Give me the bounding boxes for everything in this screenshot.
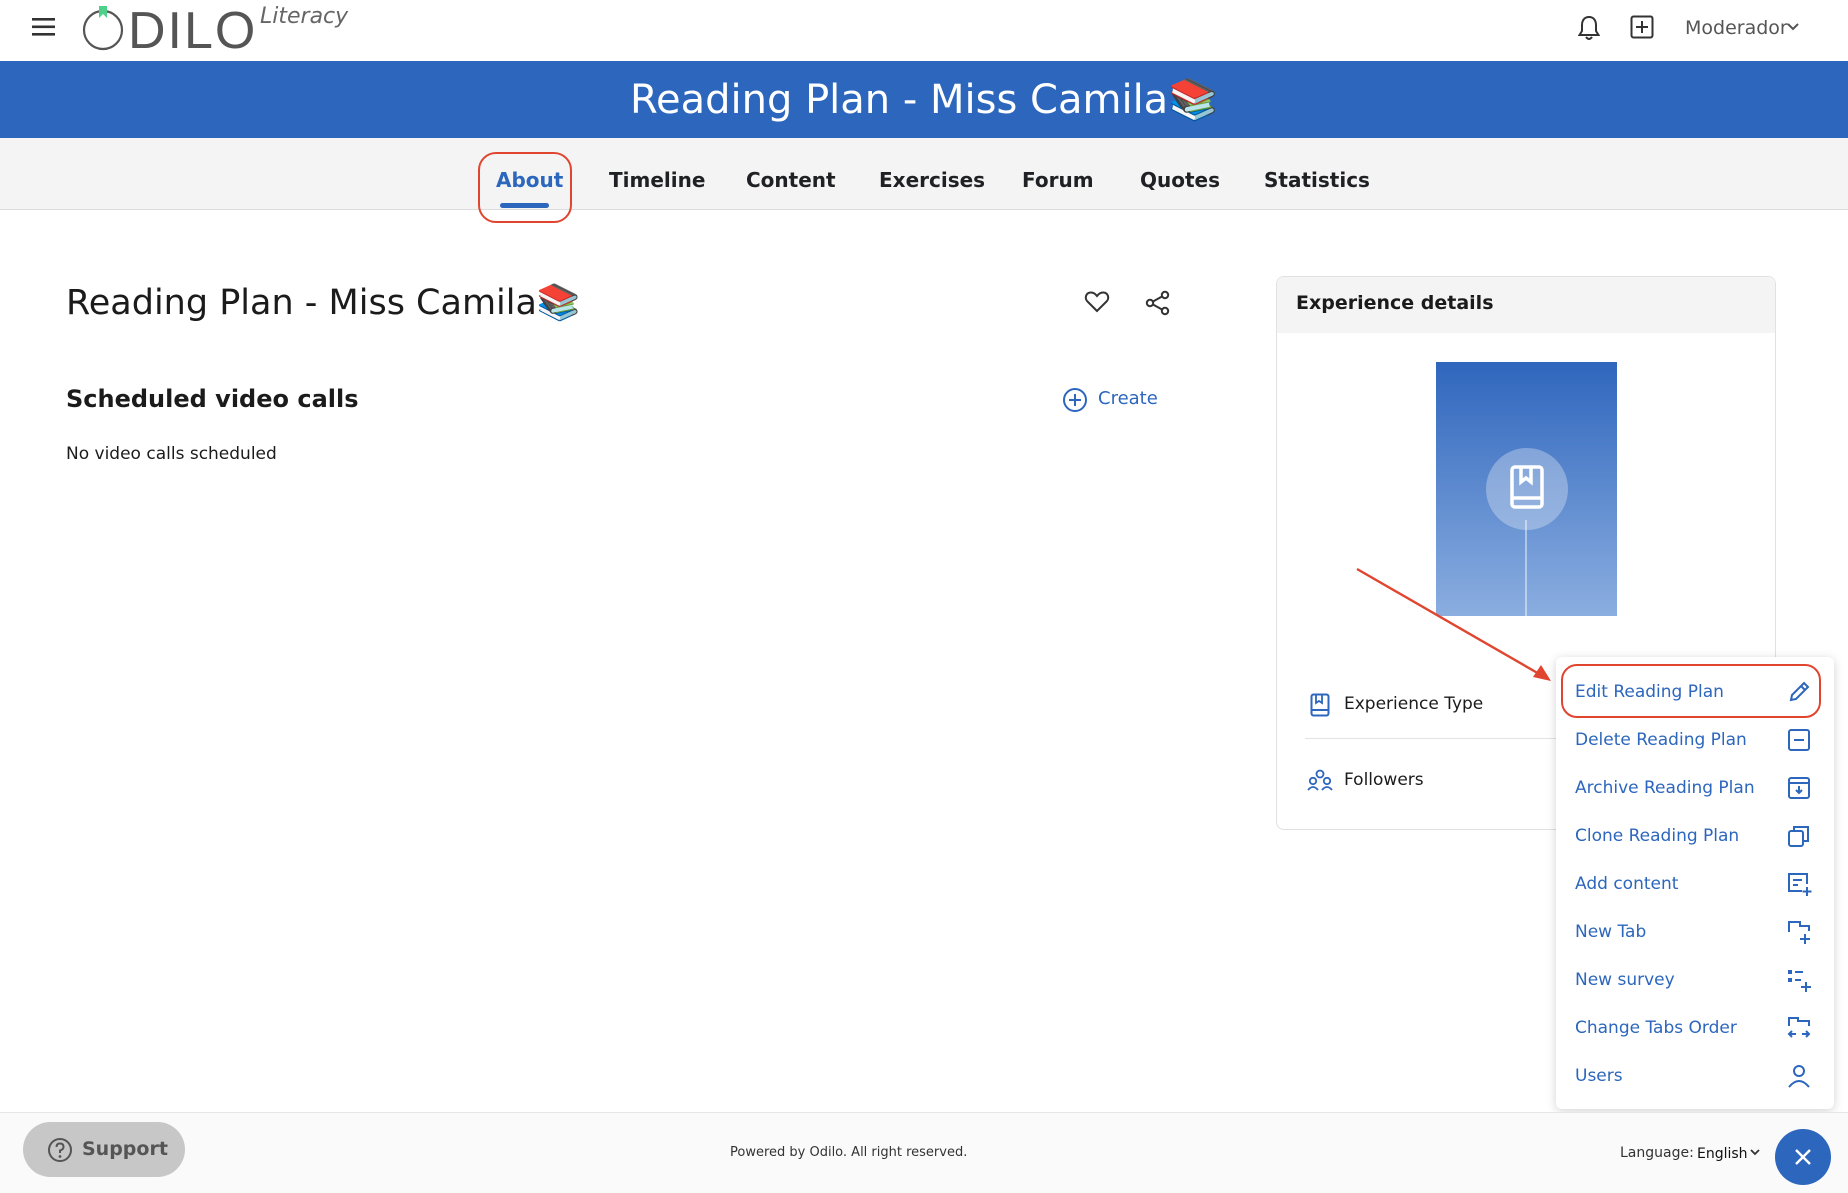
no-calls-text: No video calls scheduled <box>66 444 277 464</box>
tab-quotes[interactable]: Quotes <box>1140 138 1220 209</box>
close-menu-button[interactable] <box>1775 1129 1831 1185</box>
chevron-down-icon[interactable] <box>1750 1149 1760 1157</box>
add-square-icon[interactable] <box>1630 15 1654 39</box>
experience-type-label: Experience Type <box>1344 694 1484 714</box>
banner-title: Reading Plan - Miss Camila📚 <box>629 77 1218 123</box>
card-title: Experience details <box>1296 292 1494 314</box>
create-video-call-button[interactable]: Create <box>1098 388 1158 409</box>
copyright-text: Powered by Odilo. All right reserved. <box>730 1145 968 1160</box>
scheduled-calls-title: Scheduled video calls <box>66 385 359 413</box>
new-tab-icon[interactable] <box>1786 919 1812 945</box>
menu-delete-reading-plan[interactable]: Delete Reading Plan <box>1575 730 1747 750</box>
tab-timeline[interactable]: Timeline <box>609 138 705 209</box>
highlight-about-tab <box>478 152 572 223</box>
help-icon <box>47 1137 73 1163</box>
language-label: Language: <box>1620 1145 1694 1161</box>
svg-text:DILO: DILO <box>128 2 257 56</box>
user-menu-label[interactable]: Moderador <box>1685 17 1788 39</box>
followers-label: Followers <box>1344 770 1424 790</box>
menu-archive-reading-plan[interactable]: Archive Reading Plan <box>1575 778 1755 798</box>
people-icon <box>1307 769 1333 791</box>
survey-icon[interactable] <box>1786 967 1812 993</box>
heart-icon[interactable] <box>1084 290 1110 314</box>
close-icon <box>1795 1149 1811 1165</box>
hamburger-menu-icon[interactable] <box>32 17 56 37</box>
menu-new-survey[interactable]: New survey <box>1575 970 1675 990</box>
menu-add-content[interactable]: Add content <box>1575 874 1678 894</box>
support-label[interactable]: Support <box>82 1138 168 1160</box>
menu-new-tab[interactable]: New Tab <box>1575 922 1646 942</box>
minus-square-icon[interactable] <box>1786 727 1812 753</box>
menu-users[interactable]: Users <box>1575 1066 1623 1086</box>
book-icon <box>1310 693 1330 717</box>
menu-clone-reading-plan[interactable]: Clone Reading Plan <box>1575 826 1739 846</box>
copy-icon[interactable] <box>1786 823 1812 849</box>
menu-change-tabs-order[interactable]: Change Tabs Order <box>1575 1018 1737 1038</box>
tab-exercises[interactable]: Exercises <box>879 138 985 209</box>
logo-subtitle: Literacy <box>260 4 349 29</box>
chevron-down-icon[interactable] <box>1786 22 1800 32</box>
annotation-arrow <box>1355 565 1555 685</box>
tab-forum[interactable]: Forum <box>1022 138 1094 209</box>
cover-book-icon <box>1486 448 1568 530</box>
add-content-icon[interactable] <box>1786 871 1812 897</box>
share-icon[interactable] <box>1145 290 1171 316</box>
archive-icon[interactable] <box>1786 775 1812 801</box>
reorder-icon[interactable] <box>1786 1015 1812 1041</box>
user-icon[interactable] <box>1786 1063 1812 1089</box>
tab-content[interactable]: Content <box>746 138 836 209</box>
language-select[interactable]: English <box>1697 1146 1748 1162</box>
tab-statistics[interactable]: Statistics <box>1264 138 1370 209</box>
create-plus-icon[interactable] <box>1062 387 1088 413</box>
highlight-edit-item <box>1561 664 1821 718</box>
page-title: Reading Plan - Miss Camila📚 <box>66 283 581 323</box>
notification-bell-icon[interactable] <box>1578 15 1600 41</box>
